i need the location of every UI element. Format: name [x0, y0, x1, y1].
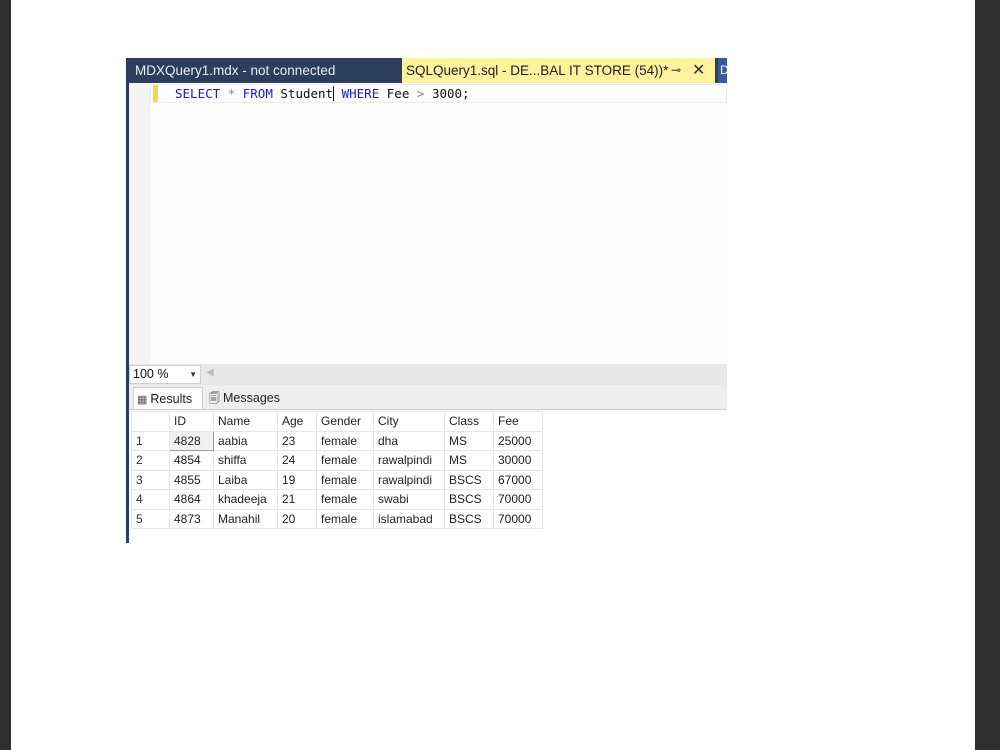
table-cell[interactable]: 19 — [277, 469, 317, 490]
table-cell[interactable]: 4855 — [169, 469, 214, 490]
tab-label: SQLQuery1.sql - DE...BAL IT STORE (54))* — [406, 63, 669, 78]
zoom-value: 100 % — [133, 367, 169, 381]
table-row[interactable]: 4 4864 khadeeja 21 female swabi BSCS 700… — [131, 489, 543, 510]
tab-results-label: Results — [150, 392, 193, 406]
tab-mdxquery[interactable]: MDXQuery1.mdx - not connected — [126, 58, 398, 83]
column-header[interactable]: ID — [169, 411, 214, 432]
editor-tab-strip: MDXQuery1.mdx - not connected SQLQuery1.… — [126, 58, 727, 83]
table-cell[interactable]: aabia — [213, 430, 278, 451]
column-header[interactable]: Gender — [316, 411, 374, 432]
table-cell[interactable]: 24 — [277, 450, 317, 471]
table-cell[interactable]: BSCS — [444, 508, 494, 529]
sql-keyword: SELECT — [175, 86, 221, 101]
table-cell[interactable]: 20 — [277, 508, 317, 529]
table-cell[interactable]: 23 — [277, 430, 317, 451]
sql-star: * — [227, 86, 236, 101]
table-cell[interactable]: female — [316, 469, 374, 490]
table-cell[interactable]: 67000 — [493, 469, 543, 490]
column-header[interactable]: Age — [277, 411, 317, 432]
sql-column: Fee — [386, 86, 410, 101]
tab-results[interactable]: ▦ Results — [133, 387, 203, 409]
pin-icon[interactable]: ⊸ — [671, 58, 681, 83]
column-header[interactable]: Class — [444, 411, 494, 432]
table-cell[interactable]: 70000 — [493, 489, 543, 510]
table-cell[interactable]: 4854 — [169, 450, 214, 471]
table-cell[interactable]: female — [316, 489, 374, 510]
close-icon[interactable]: ✕ — [692, 58, 705, 83]
table-cell[interactable]: swabi — [373, 489, 445, 510]
table-row[interactable]: 1 4828 aabia 23 female dha MS 25000 — [131, 430, 543, 451]
sql-keyword: FROM — [242, 86, 273, 101]
results-grid[interactable]: ID Name Age Gender City Class Fee 1 4828… — [131, 411, 543, 529]
table-cell[interactable]: BSCS — [444, 469, 494, 490]
change-marker — [153, 85, 158, 102]
table-cell[interactable]: khadeeja — [213, 489, 278, 510]
text-caret — [333, 86, 335, 101]
table-cell[interactable]: 30000 — [493, 450, 543, 471]
grid-header-row: ID Name Age Gender City Class Fee — [131, 411, 543, 432]
table-cell[interactable]: islamabad — [373, 508, 445, 529]
messages-icon: 🗐 — [209, 393, 220, 405]
tab-messages-label: Messages — [223, 391, 280, 405]
sql-table: Student — [280, 86, 334, 101]
table-cell[interactable]: 70000 — [493, 508, 543, 529]
query-editor[interactable] — [126, 83, 727, 364]
table-cell[interactable]: 4828 — [169, 430, 214, 451]
tab-messages[interactable]: 🗐 Messages — [206, 387, 286, 409]
table-cell[interactable]: rawalpindi — [373, 469, 445, 490]
row-number-header — [131, 411, 170, 432]
table-row[interactable]: 3 4855 Laiba 19 female rawalpindi BSCS 6… — [131, 469, 543, 490]
table-cell[interactable]: Laiba — [213, 469, 278, 490]
editor-gutter — [129, 83, 151, 364]
table-cell[interactable]: 4873 — [169, 508, 214, 529]
table-cell[interactable]: female — [316, 430, 374, 451]
tab-label: D — [720, 63, 727, 77]
table-cell[interactable]: MS — [444, 450, 494, 471]
table-cell[interactable]: female — [316, 450, 374, 471]
table-cell[interactable]: Manahil — [213, 508, 278, 529]
tab-sqlquery[interactable]: SQLQuery1.sql - DE...BAL IT STORE (54))*… — [402, 58, 715, 83]
table-cell[interactable]: MS — [444, 430, 494, 451]
table-cell[interactable]: BSCS — [444, 489, 494, 510]
table-row[interactable]: 5 4873 Manahil 20 female islamabad BSCS … — [131, 508, 543, 529]
row-number[interactable]: 3 — [131, 469, 170, 490]
sql-operator: > — [416, 86, 425, 101]
row-number[interactable]: 4 — [131, 489, 170, 510]
table-cell[interactable]: 4864 — [169, 489, 214, 510]
row-number[interactable]: 1 — [131, 430, 170, 451]
tab-overflow[interactable]: D — [718, 58, 727, 83]
zoom-bar: 100 % ▼ ◀ — [126, 364, 727, 385]
table-cell[interactable]: rawalpindi — [373, 450, 445, 471]
zoom-select[interactable]: 100 % ▼ — [129, 365, 201, 384]
table-cell[interactable]: 21 — [277, 489, 317, 510]
table-cell[interactable]: female — [316, 508, 374, 529]
tab-label: MDXQuery1.mdx - not connected — [135, 63, 336, 78]
row-number[interactable]: 5 — [131, 508, 170, 529]
results-tab-bar: ▦ Results 🗐 Messages — [129, 385, 727, 410]
sql-value: 3000; — [431, 86, 470, 101]
column-header[interactable]: Name — [213, 411, 278, 432]
table-row[interactable]: 2 4854 shiffa 24 female rawalpindi MS 30… — [131, 450, 543, 471]
scroll-left-icon[interactable]: ◀ — [206, 367, 214, 378]
table-cell[interactable]: 25000 — [493, 430, 543, 451]
dropdown-arrow-icon: ▼ — [189, 370, 197, 379]
sql-statement[interactable]: SELECT * FROM Student WHERE Fee > 3000; — [175, 85, 470, 102]
sql-keyword: WHERE — [341, 86, 380, 101]
table-cell[interactable]: dha — [373, 430, 445, 451]
table-cell[interactable]: shiffa — [213, 450, 278, 471]
row-number[interactable]: 2 — [131, 450, 170, 471]
column-header[interactable]: City — [373, 411, 445, 432]
column-header[interactable]: Fee — [493, 411, 543, 432]
grid-icon: ▦ — [137, 394, 148, 406]
